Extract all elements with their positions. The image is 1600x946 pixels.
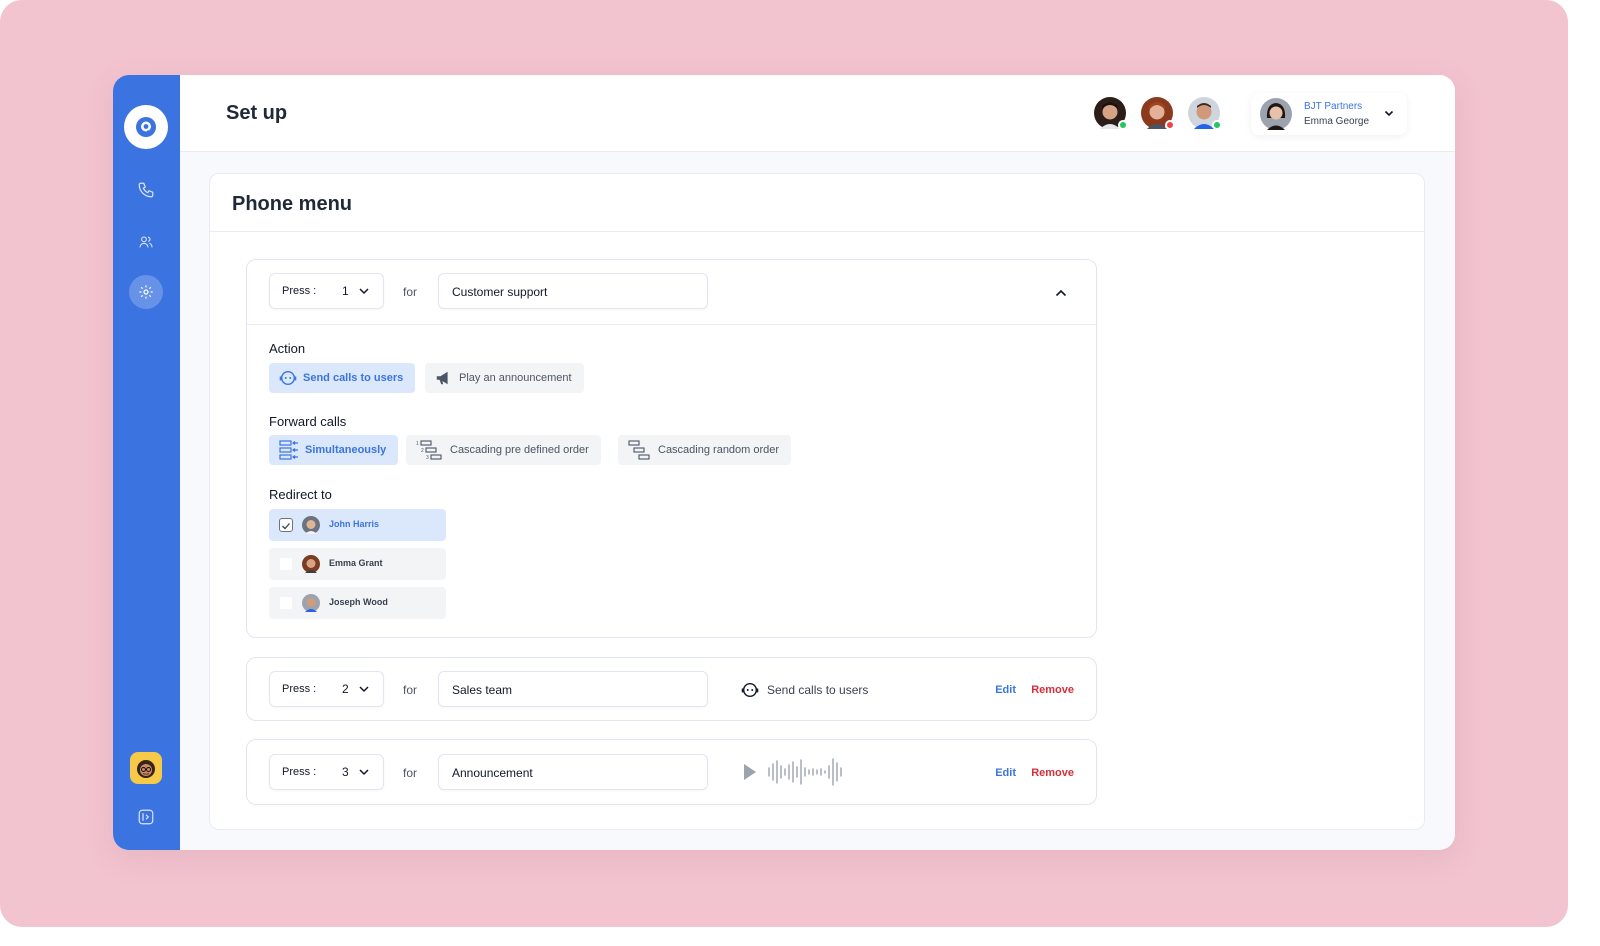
phone-menu-card: Phone menu Press : 1 for Customer suppor… <box>209 173 1425 830</box>
cascade-ordered-icon: 123 <box>416 440 442 460</box>
logo-icon[interactable] <box>124 105 168 149</box>
chip-label: Simultaneously <box>305 444 387 456</box>
main-area: Set up BJT Partners Emma George Phone me… <box>180 75 1455 850</box>
page-title: Set up <box>226 102 288 124</box>
card-title: Phone menu <box>232 193 353 215</box>
item-name-input[interactable]: Announcement <box>438 754 708 790</box>
remove-button[interactable]: Remove <box>1031 684 1074 696</box>
action-play-announcement-button[interactable]: Play an announcement <box>425 363 584 393</box>
for-label: for <box>403 766 418 780</box>
sidebar <box>113 75 180 850</box>
chip-label: Cascading random order <box>658 444 780 456</box>
press-key-value: 2 <box>342 682 349 696</box>
status-busy-icon <box>1165 120 1175 130</box>
user-name: John Harris <box>329 519 380 529</box>
status-online-icon <box>1212 120 1222 130</box>
play-icon[interactable] <box>743 763 757 781</box>
chevron-up-icon[interactable] <box>1054 286 1068 300</box>
account-user-name: Emma George <box>1304 116 1370 127</box>
press-key-value: 3 <box>342 765 349 779</box>
item-name-input[interactable]: Sales team <box>438 671 708 707</box>
redirect-user-row[interactable]: Joseph Wood <box>269 587 446 619</box>
user-avatar <box>302 555 320 573</box>
forward-calls-label: Forward calls <box>269 414 347 429</box>
forward-simultaneously-button[interactable]: Simultaneously <box>269 435 399 465</box>
menu-item-1: Press : 1 for Customer support Action Se… <box>246 259 1097 638</box>
agent-icon <box>741 682 759 698</box>
item-summary: Send calls to users <box>741 681 868 699</box>
chip-label: Play an announcement <box>459 372 572 384</box>
checkmark-icon <box>282 523 290 530</box>
phone-icon[interactable] <box>129 173 163 207</box>
svg-text:2: 2 <box>421 448 424 454</box>
forward-cascading-predefined-button[interactable]: 123 Cascading pre defined order <box>406 435 601 465</box>
user-name: Joseph Wood <box>329 597 388 607</box>
press-key-value: 1 <box>342 284 349 298</box>
chevron-down-icon <box>359 769 369 776</box>
simultaneous-icon <box>279 440 298 460</box>
item-name-input[interactable]: Customer support <box>438 273 708 309</box>
menu-item-3: Press : 3 for Announcement Edit Remove <box>246 739 1097 805</box>
remove-button[interactable]: Remove <box>1031 767 1074 779</box>
chevron-down-icon <box>1384 110 1394 117</box>
menu-item-2: Press : 2 for Sales team Send calls to u… <box>246 657 1097 721</box>
audio-waveform-icon[interactable] <box>767 757 847 787</box>
users-icon[interactable] <box>129 225 163 259</box>
checkbox[interactable] <box>279 557 293 571</box>
forward-cascading-random-button[interactable]: Cascading random order <box>618 435 792 465</box>
for-label: for <box>403 285 418 299</box>
edit-button[interactable]: Edit <box>995 684 1016 696</box>
redirect-user-row[interactable]: John Harris <box>269 509 446 541</box>
status-online-icon <box>1118 120 1128 130</box>
redirect-user-row[interactable]: Emma Grant <box>269 548 446 580</box>
top-bar: Set up BJT Partners Emma George <box>180 75 1455 152</box>
svg-text:1: 1 <box>416 441 419 447</box>
press-key-select[interactable]: Press : 1 <box>269 273 384 309</box>
action-send-calls-button[interactable]: Send calls to users <box>269 363 416 393</box>
chevron-down-icon <box>359 288 369 295</box>
avatar[interactable] <box>130 752 162 784</box>
divider <box>247 324 1096 325</box>
press-key-select[interactable]: Press : 2 <box>269 671 384 707</box>
team-avatar[interactable] <box>1188 97 1222 130</box>
chevron-down-icon <box>359 686 369 693</box>
user-avatar <box>302 594 320 612</box>
card-header: Phone menu <box>210 174 1424 232</box>
press-label: Press : <box>282 285 317 297</box>
chip-label: Cascading pre defined order <box>450 444 589 456</box>
expand-icon[interactable] <box>129 800 163 834</box>
agent-icon <box>279 370 297 386</box>
press-label: Press : <box>282 683 317 695</box>
account-switcher[interactable]: BJT Partners Emma George <box>1251 93 1407 135</box>
press-key-select[interactable]: Press : 3 <box>269 754 384 790</box>
checkbox[interactable] <box>279 518 293 532</box>
team-avatar[interactable] <box>1141 97 1175 130</box>
account-company: BJT Partners <box>1304 101 1363 112</box>
action-label: Action <box>269 341 306 356</box>
settings-icon[interactable] <box>129 275 163 309</box>
team-avatar[interactable] <box>1094 97 1128 130</box>
summary-label: Send calls to users <box>767 683 869 697</box>
checkbox[interactable] <box>279 596 293 610</box>
cascade-random-icon <box>628 440 650 460</box>
megaphone-icon <box>436 371 448 385</box>
chip-label: Send calls to users <box>303 372 404 384</box>
user-avatar <box>302 516 320 534</box>
account-avatar <box>1260 98 1292 130</box>
app-window: Set up BJT Partners Emma George Phone me… <box>113 75 1455 850</box>
redirect-to-label: Redirect to <box>269 487 332 502</box>
for-label: for <box>403 683 418 697</box>
edit-button[interactable]: Edit <box>995 767 1016 779</box>
press-label: Press : <box>282 766 317 778</box>
svg-text:3: 3 <box>426 455 429 460</box>
user-name: Emma Grant <box>329 558 383 568</box>
